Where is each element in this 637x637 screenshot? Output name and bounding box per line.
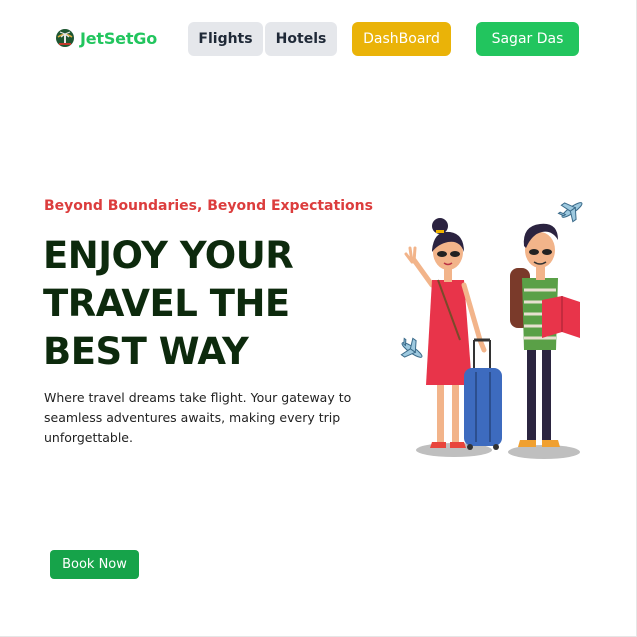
hero-description: Where travel dreams take flight. Your ga…	[44, 390, 352, 445]
brand-name: JetSetGo	[80, 28, 158, 48]
headline-line: TRAVEL THE	[43, 282, 290, 325]
airplane-icon	[557, 202, 583, 223]
hero-headline: ENJOY YOUR TRAVEL THE BEST WAY	[43, 232, 383, 376]
hero-tagline: Beyond Boundaries, Beyond Expectations	[44, 198, 373, 214]
nav-hotels-button[interactable]: Hotels	[265, 22, 337, 56]
headline-line: ENJOY YOUR	[43, 234, 294, 277]
headline-line: BEST WAY	[43, 330, 249, 373]
user-profile-button[interactable]: Sagar Das	[476, 22, 579, 56]
airplane-icon	[400, 337, 423, 358]
nav-flights-button[interactable]: Flights	[188, 22, 263, 56]
globe-palm-icon	[56, 29, 74, 47]
travelers-illustration-icon	[400, 202, 583, 459]
book-now-button[interactable]: Book Now	[50, 550, 139, 579]
brand-logo[interactable]: JetSetGo	[55, 28, 157, 48]
nav-dashboard-button[interactable]: DashBoard	[352, 22, 451, 56]
